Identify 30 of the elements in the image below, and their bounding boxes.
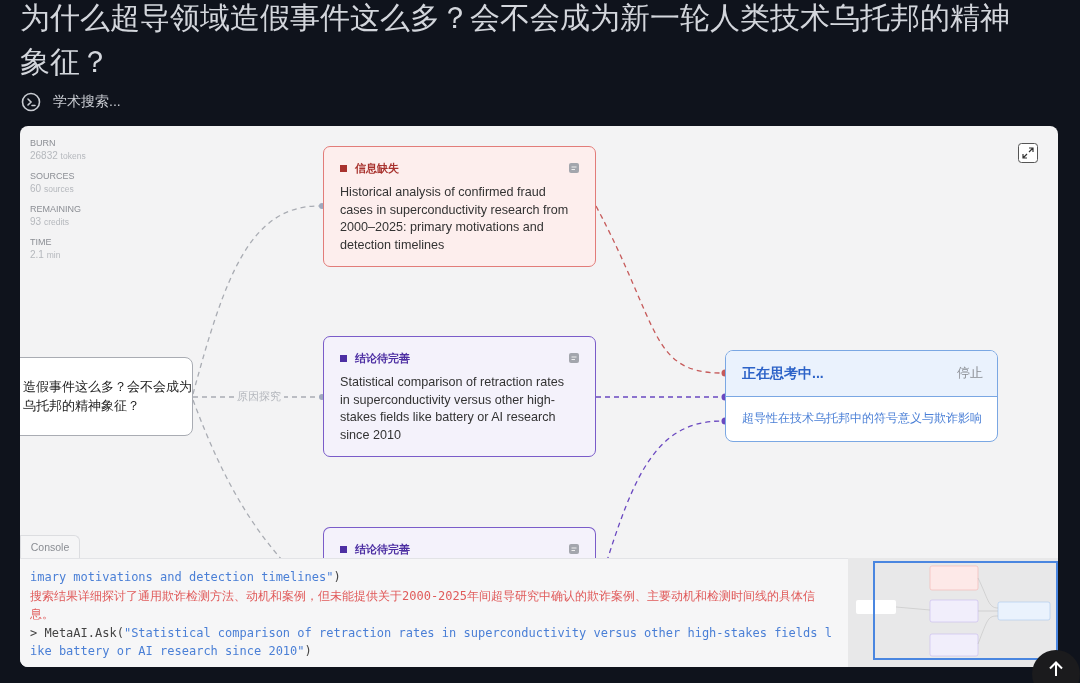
root-node[interactable]: 造假事件这么多？会不会成为乌托邦的精神象征？ bbox=[20, 357, 193, 436]
stat-label: REMAINING bbox=[30, 203, 82, 215]
card-tag: 信息缺失 bbox=[355, 160, 399, 176]
research-card[interactable]: 结论待完善 bbox=[323, 527, 596, 558]
stat-label: BURN bbox=[30, 137, 57, 149]
square-icon bbox=[340, 164, 347, 172]
document-icon[interactable] bbox=[569, 544, 579, 554]
card-text: Statistical comparison of retraction rates in superconductivity versus other high-stakes fields like battery or AI research since 2010 bbox=[340, 374, 565, 444]
root-node-text: 造假事件这么多？会不会成为乌托邦的精神象征？ bbox=[23, 378, 192, 415]
stat-label: SOURCES bbox=[30, 170, 76, 182]
stat-label: TIME bbox=[30, 236, 53, 248]
card-tag: 结论待完善 bbox=[355, 350, 410, 366]
research-card[interactable]: 信息缺失 Historical analysis of confirmed fraud cases in superconductivity research from 2000–2025: primary motivations and detection timelines bbox=[323, 146, 596, 267]
card-tag: 结论待完善 bbox=[355, 541, 410, 557]
console-line: 搜索结果详细探讨了通用欺诈检测方法、动机和案例，但未能提供关于2000-2025年间超导研究中确认的欺诈案例、主要动机和检测时间线的具体信息。 bbox=[30, 587, 817, 623]
query-text: 超导性在技术乌托邦中的符号意义与欺诈影响 bbox=[741, 410, 983, 426]
card-text: Historical analysis of confirmed fraud cases in superconductivity research from 2000–2025: primary motivations and detection timelines bbox=[340, 184, 570, 254]
page-title: 为什么超导领域造假事件这么多？会不会成为新一轮人类技术乌托邦的精神象征？ bbox=[19, 0, 1011, 80]
document-icon[interactable] bbox=[569, 353, 579, 363]
console-line: > MetaAI.Ask("Statistical comparison of retraction rates in superconductivity versus other high-stakes fields like battery or AI research since 2010") bbox=[30, 624, 833, 660]
expand-icon[interactable] bbox=[1018, 143, 1038, 163]
console-line: imary motivations and detection timelines") bbox=[30, 569, 342, 586]
status-text: 学术搜索... bbox=[53, 93, 121, 111]
minimap[interactable] bbox=[848, 558, 1058, 667]
square-icon bbox=[340, 545, 347, 553]
thinking-title: 正在思考中... bbox=[742, 364, 824, 383]
terminal-icon bbox=[21, 92, 41, 112]
research-card[interactable]: 结论待完善 Statistical comparison of retraction rates in superconductivity versus other high-stakes fields like battery or AI research since 2010 bbox=[323, 336, 596, 457]
square-icon bbox=[340, 354, 347, 362]
document-icon[interactable] bbox=[569, 163, 579, 173]
